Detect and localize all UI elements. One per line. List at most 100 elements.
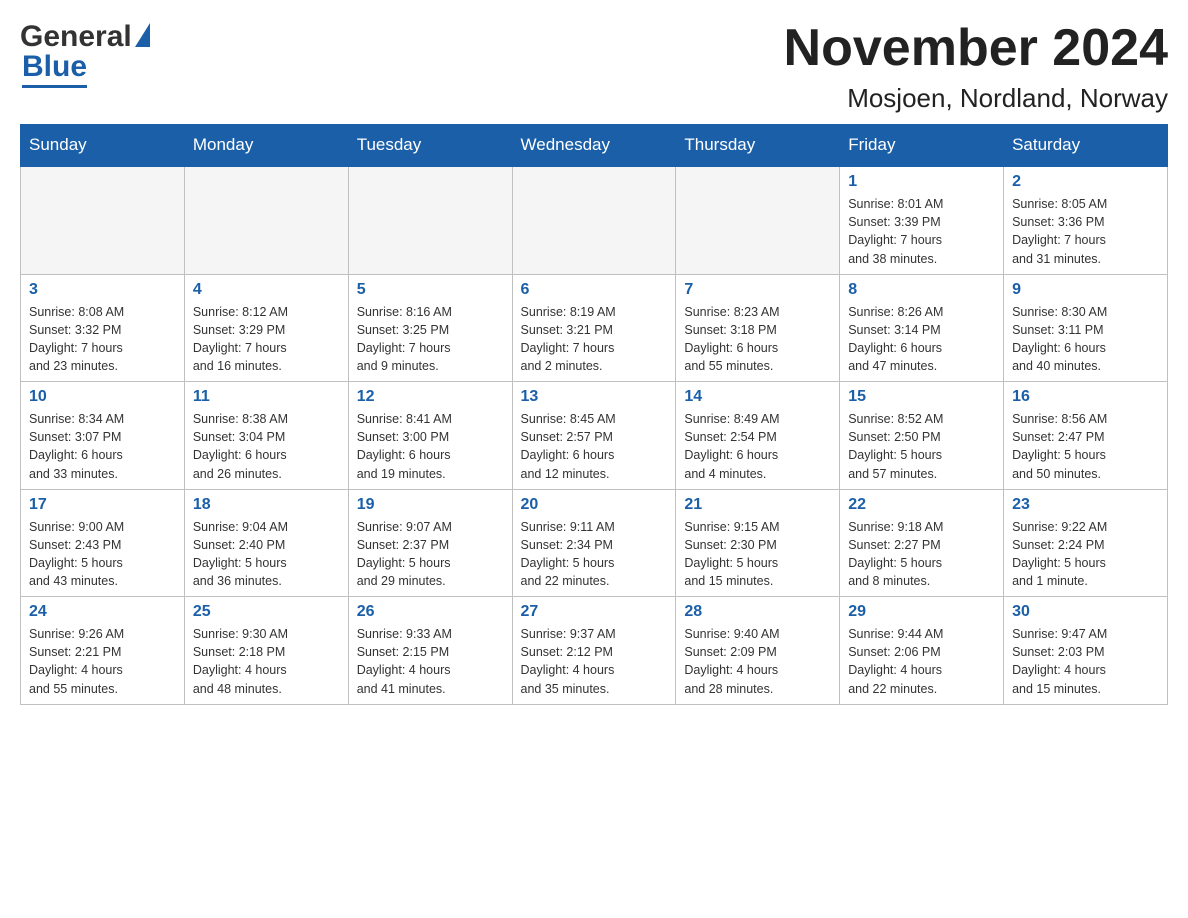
day-info: Sunrise: 8:12 AMSunset: 3:29 PMDaylight:… <box>193 303 340 376</box>
day-number: 13 <box>521 388 668 406</box>
day-info: Sunrise: 8:49 AMSunset: 2:54 PMDaylight:… <box>684 410 831 483</box>
day-info: Sunrise: 8:38 AMSunset: 3:04 PMDaylight:… <box>193 410 340 483</box>
day-info: Sunrise: 9:04 AMSunset: 2:40 PMDaylight:… <box>193 518 340 591</box>
day-info: Sunrise: 8:05 AMSunset: 3:36 PMDaylight:… <box>1012 195 1159 268</box>
col-friday: Friday <box>840 125 1004 167</box>
table-row: 23Sunrise: 9:22 AMSunset: 2:24 PMDayligh… <box>1004 489 1168 597</box>
page-header: General Blue November 2024 Mosjoen, Nord… <box>20 20 1168 114</box>
calendar-table: Sunday Monday Tuesday Wednesday Thursday… <box>20 124 1168 705</box>
logo-text-blue: Blue <box>22 50 87 88</box>
table-row: 13Sunrise: 8:45 AMSunset: 2:57 PMDayligh… <box>512 382 676 490</box>
table-row: 22 Sunrise: 9:18 AMSunset: 2:27 PMDayligh… <box>840 489 1004 597</box>
table-row: 1 Sunrise: 8:01 AMSunset: 3:39 PMDaylight… <box>840 166 1004 274</box>
day-number: 6 <box>521 281 668 299</box>
day-info: Sunrise: 8:08 AMSunset: 3:32 PMDaylight:… <box>29 303 176 376</box>
col-thursday: Thursday <box>676 125 840 167</box>
table-row <box>184 166 348 274</box>
day-info: Sunrise: 8:01 AMSunset: 3:39 PMDaylight:… <box>848 195 995 268</box>
day-info: Sunrise: 8:41 AMSunset: 3:00 PMDaylight:… <box>357 410 504 483</box>
calendar-header-row: Sunday Monday Tuesday Wednesday Thursday… <box>21 125 1168 167</box>
day-info: Sunrise: 9:26 AMSunset: 2:21 PMDaylight:… <box>29 625 176 698</box>
logo-text-general: General <box>20 20 132 54</box>
table-row: 8 Sunrise: 8:26 AMSunset: 3:14 PMDaylight… <box>840 274 1004 382</box>
table-row: 27 Sunrise: 9:37 AMSunset: 2:12 PMDayligh… <box>512 597 676 705</box>
day-number: 16 <box>1012 388 1159 406</box>
day-number: 28 <box>684 603 831 621</box>
day-number: 15 <box>848 388 995 406</box>
day-number: 27 <box>521 603 668 621</box>
calendar-location: Mosjoen, Nordland, Norway <box>784 83 1168 114</box>
day-number: 12 <box>357 388 504 406</box>
col-sunday: Sunday <box>21 125 185 167</box>
table-row: 29 Sunrise: 9:44 AMSunset: 2:06 PMDayligh… <box>840 597 1004 705</box>
day-info: Sunrise: 8:26 AMSunset: 3:14 PMDaylight:… <box>848 303 995 376</box>
day-number: 3 <box>29 281 176 299</box>
day-number: 10 <box>29 388 176 406</box>
day-info: Sunrise: 8:30 AMSunset: 3:11 PMDaylight:… <box>1012 303 1159 376</box>
table-row: 21Sunrise: 9:15 AMSunset: 2:30 PMDayligh… <box>676 489 840 597</box>
day-number: 8 <box>848 281 995 299</box>
day-number: 9 <box>1012 281 1159 299</box>
day-number: 26 <box>357 603 504 621</box>
table-row: 18 Sunrise: 9:04 AMSunset: 2:40 PMDayligh… <box>184 489 348 597</box>
table-row: 12 Sunrise: 8:41 AMSunset: 3:00 PMDayligh… <box>348 382 512 490</box>
day-number: 1 <box>848 173 995 191</box>
table-row: 5Sunrise: 8:16 AMSunset: 3:25 PMDaylight… <box>348 274 512 382</box>
day-number: 19 <box>357 496 504 514</box>
table-row: 2 Sunrise: 8:05 AMSunset: 3:36 PMDaylight… <box>1004 166 1168 274</box>
day-number: 29 <box>848 603 995 621</box>
table-row: 28 Sunrise: 9:40 AMSunset: 2:09 PMDayligh… <box>676 597 840 705</box>
table-row: 15 Sunrise: 8:52 AMSunset: 2:50 PMDayligh… <box>840 382 1004 490</box>
col-tuesday: Tuesday <box>348 125 512 167</box>
table-row: 11Sunrise: 8:38 AMSunset: 3:04 PMDayligh… <box>184 382 348 490</box>
day-number: 5 <box>357 281 504 299</box>
table-row: 9 Sunrise: 8:30 AMSunset: 3:11 PMDaylight… <box>1004 274 1168 382</box>
day-number: 17 <box>29 496 176 514</box>
day-number: 20 <box>521 496 668 514</box>
day-info: Sunrise: 9:44 AMSunset: 2:06 PMDaylight:… <box>848 625 995 698</box>
day-info: Sunrise: 9:18 AMSunset: 2:27 PMDaylight:… <box>848 518 995 591</box>
table-row: 24 Sunrise: 9:26 AMSunset: 2:21 PMDayligh… <box>21 597 185 705</box>
table-row: 16Sunrise: 8:56 AMSunset: 2:47 PMDayligh… <box>1004 382 1168 490</box>
day-number: 30 <box>1012 603 1159 621</box>
calendar-week-row: 17 Sunrise: 9:00 AMSunset: 2:43 PMDayligh… <box>21 489 1168 597</box>
day-number: 24 <box>29 603 176 621</box>
day-info: Sunrise: 9:33 AMSunset: 2:15 PMDaylight:… <box>357 625 504 698</box>
day-info: Sunrise: 9:11 AMSunset: 2:34 PMDaylight:… <box>521 518 668 591</box>
logo-chevron-icon <box>135 23 150 47</box>
day-info: Sunrise: 8:23 AMSunset: 3:18 PMDaylight:… <box>684 303 831 376</box>
col-wednesday: Wednesday <box>512 125 676 167</box>
day-number: 22 <box>848 496 995 514</box>
day-info: Sunrise: 9:07 AMSunset: 2:37 PMDaylight:… <box>357 518 504 591</box>
day-number: 18 <box>193 496 340 514</box>
table-row: 10 Sunrise: 8:34 AMSunset: 3:07 PMDayligh… <box>21 382 185 490</box>
day-number: 2 <box>1012 173 1159 191</box>
calendar-week-row: 24 Sunrise: 9:26 AMSunset: 2:21 PMDayligh… <box>21 597 1168 705</box>
day-info: Sunrise: 9:22 AMSunset: 2:24 PMDaylight:… <box>1012 518 1159 591</box>
calendar-week-row: 3 Sunrise: 8:08 AMSunset: 3:32 PMDaylight… <box>21 274 1168 382</box>
day-number: 25 <box>193 603 340 621</box>
table-row: 25 Sunrise: 9:30 AMSunset: 2:18 PMDayligh… <box>184 597 348 705</box>
day-info: Sunrise: 8:34 AMSunset: 3:07 PMDaylight:… <box>29 410 176 483</box>
col-saturday: Saturday <box>1004 125 1168 167</box>
table-row <box>512 166 676 274</box>
day-info: Sunrise: 9:30 AMSunset: 2:18 PMDaylight:… <box>193 625 340 698</box>
day-info: Sunrise: 8:19 AMSunset: 3:21 PMDaylight:… <box>521 303 668 376</box>
calendar-week-row: 10 Sunrise: 8:34 AMSunset: 3:07 PMDayligh… <box>21 382 1168 490</box>
day-number: 14 <box>684 388 831 406</box>
day-info: Sunrise: 9:15 AMSunset: 2:30 PMDaylight:… <box>684 518 831 591</box>
table-row: 30Sunrise: 9:47 AMSunset: 2:03 PMDayligh… <box>1004 597 1168 705</box>
table-row: 3 Sunrise: 8:08 AMSunset: 3:32 PMDaylight… <box>21 274 185 382</box>
day-info: Sunrise: 9:40 AMSunset: 2:09 PMDaylight:… <box>684 625 831 698</box>
day-info: Sunrise: 8:52 AMSunset: 2:50 PMDaylight:… <box>848 410 995 483</box>
calendar-title: November 2024 <box>784 20 1168 77</box>
day-info: Sunrise: 9:00 AMSunset: 2:43 PMDaylight:… <box>29 518 176 591</box>
table-row <box>348 166 512 274</box>
title-block: November 2024 Mosjoen, Nordland, Norway <box>784 20 1168 114</box>
day-number: 7 <box>684 281 831 299</box>
day-info: Sunrise: 9:37 AMSunset: 2:12 PMDaylight:… <box>521 625 668 698</box>
table-row <box>21 166 185 274</box>
logo: General Blue <box>20 20 152 84</box>
table-row <box>676 166 840 274</box>
logo-row: General <box>20 20 152 54</box>
